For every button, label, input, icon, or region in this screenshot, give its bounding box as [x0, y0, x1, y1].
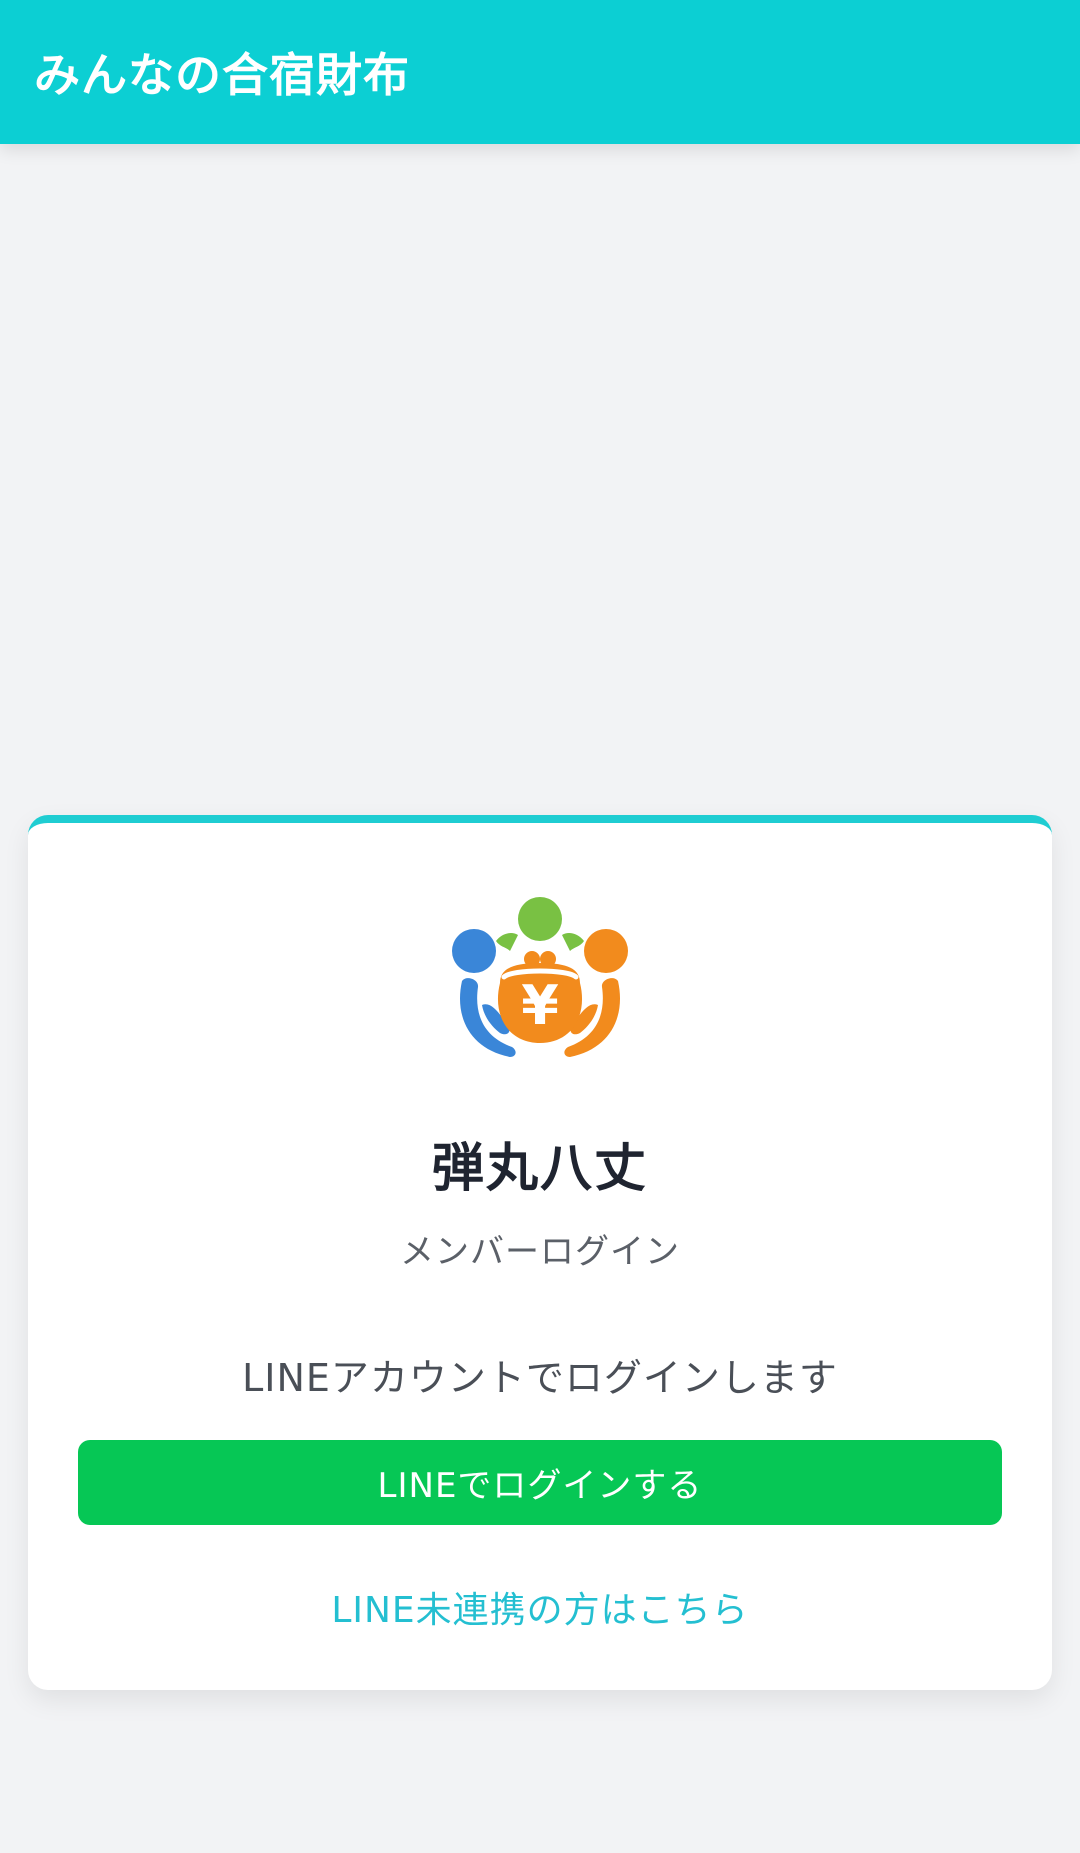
login-description: LINEアカウントでログインします	[242, 1356, 838, 1400]
app-header: みんなの合宿財布	[0, 0, 1080, 144]
yen-symbol: ¥	[521, 974, 559, 1037]
group-name: 弾丸八丈	[431, 1139, 648, 1199]
unlinked-account-link[interactable]: LINE未連携の方はこちら	[28, 1581, 1052, 1633]
login-subtitle: メンバーログイン	[400, 1232, 680, 1272]
login-card: ¥ 弾丸八丈 メンバーログイン LINEアカウントでログインします LINEでロ…	[28, 815, 1052, 1690]
line-login-button[interactable]: LINEでログインする	[78, 1440, 1002, 1525]
app-title: みんなの合宿財布	[34, 48, 410, 102]
shared-wallet-yen-icon: ¥	[452, 897, 628, 1057]
